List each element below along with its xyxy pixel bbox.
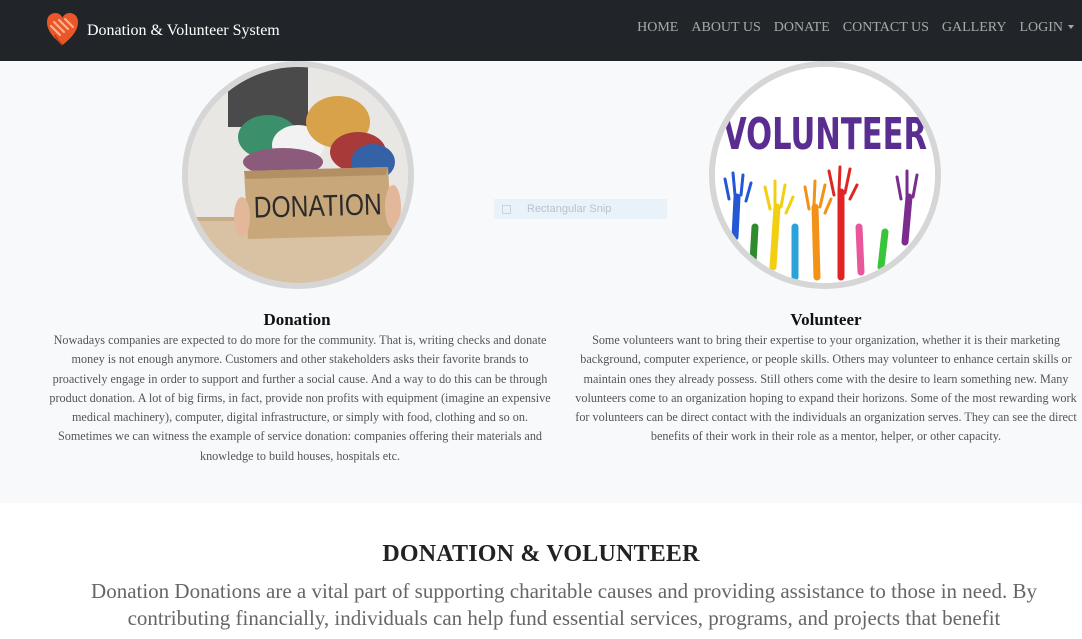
nav-login-label: LOGIN	[1019, 20, 1063, 35]
section-heading: DONATION & VOLUNTEER	[382, 541, 700, 567]
donation-text: Nowadays companies are expected to do mo…	[49, 333, 551, 463]
snip-icon	[502, 204, 511, 214]
brand-title: Donation & Volunteer System	[87, 22, 280, 39]
brand-link[interactable]: Donation & Volunteer System	[46, 12, 280, 50]
nav-home-link[interactable]: HOME	[637, 20, 678, 36]
heart-hands-icon	[46, 11, 79, 51]
volunteer-title: Volunteer	[790, 310, 862, 329]
rectangular-snip-overlay[interactable]: Rectangular Snip	[494, 199, 667, 219]
snip-label: Rectangular Snip	[527, 203, 612, 215]
section-paragraph: Donation Donations are a vital part of s…	[91, 579, 1037, 630]
navbar: Donation & Volunteer System HOME ABOUT U…	[0, 0, 1082, 61]
volunteer-image: VOLUNTEER	[709, 61, 941, 289]
nav-donate-link[interactable]: DONATE	[774, 20, 830, 36]
volunteer-word: VOLUNTEER	[723, 109, 927, 160]
nav-login-dropdown[interactable]: LOGIN	[1019, 20, 1074, 36]
donation-box-text: DONATION	[253, 188, 382, 224]
volunteer-text: Some volunteers want to bring their expe…	[575, 333, 1077, 444]
donation-image: DONATION	[182, 61, 414, 289]
nav-gallery-link[interactable]: GALLERY	[942, 20, 1007, 36]
nav-contact-link[interactable]: CONTACT US	[843, 20, 929, 36]
caret-down-icon	[1068, 24, 1074, 29]
nav-about-link[interactable]: ABOUT US	[691, 20, 760, 36]
main-nav: HOME ABOUT US DONATE CONTACT US GALLERY …	[624, 20, 1074, 36]
donation-title: Donation	[263, 310, 331, 329]
